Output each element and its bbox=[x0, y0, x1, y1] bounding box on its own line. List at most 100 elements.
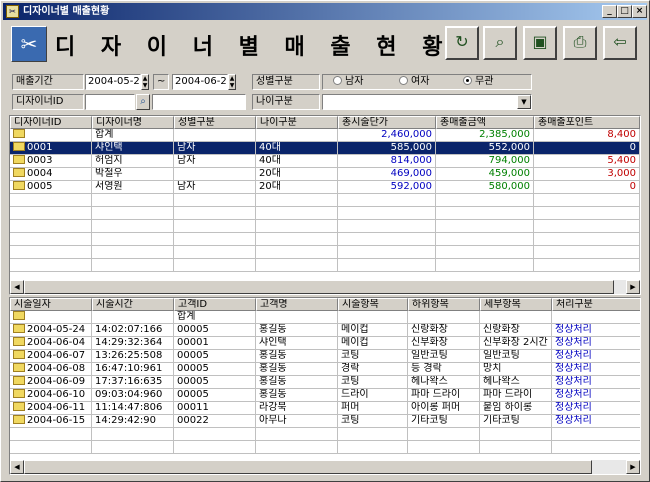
table-cell: 2004-05-24 bbox=[10, 324, 92, 337]
table-cell bbox=[534, 233, 640, 246]
table-cell bbox=[10, 207, 92, 220]
exit-button[interactable]: ⇦ bbox=[603, 26, 637, 60]
minimize-button[interactable]: _ bbox=[602, 5, 617, 18]
detail-hscrollbar[interactable]: ◀ ▶ bbox=[10, 460, 640, 474]
column-header[interactable]: 나이구분 bbox=[256, 116, 338, 129]
date-from-spinner[interactable]: ▲ ▼ bbox=[141, 74, 149, 90]
table-cell bbox=[92, 220, 174, 233]
table-row[interactable]: 2004-06-09 17:37:16:635 00005 홍길동 코팅 헤나왁스 헤나왁스… bbox=[10, 376, 640, 389]
chevron-down-icon[interactable]: ▼ bbox=[517, 95, 531, 109]
table-cell: 40대 bbox=[256, 155, 338, 168]
table-cell bbox=[174, 220, 256, 233]
scroll-thumb[interactable] bbox=[24, 280, 614, 294]
column-header[interactable]: 총매출포인트 bbox=[534, 116, 640, 129]
scroll-thumb[interactable] bbox=[24, 460, 592, 474]
table-cell: 0005 bbox=[10, 181, 92, 194]
table-cell: 2,460,000 bbox=[338, 129, 436, 142]
scroll-left-icon[interactable]: ◀ bbox=[10, 460, 24, 474]
table-cell bbox=[338, 207, 436, 220]
designer-name-field[interactable] bbox=[152, 94, 246, 110]
close-button[interactable]: × bbox=[632, 5, 647, 18]
table-cell: 0 bbox=[534, 142, 640, 155]
table-cell: 경락 bbox=[338, 363, 408, 376]
designer-id-field[interactable] bbox=[85, 94, 135, 110]
column-header[interactable]: 총시술단가 bbox=[338, 116, 436, 129]
table-row[interactable]: 0005 서영원 남자 20대 592,000 580,000 0 bbox=[10, 181, 640, 194]
date-to-spinner[interactable]: ▲ ▼ bbox=[228, 74, 236, 90]
empty-row bbox=[10, 220, 640, 233]
column-header[interactable]: 디자이너ID bbox=[10, 116, 92, 129]
column-header[interactable]: 시술시간 bbox=[92, 298, 174, 311]
table-cell bbox=[256, 246, 338, 259]
radio-selected-icon bbox=[463, 76, 472, 85]
table-cell bbox=[174, 428, 256, 441]
table-cell bbox=[480, 441, 552, 454]
scroll-right-icon[interactable]: ▶ bbox=[626, 280, 640, 294]
table-cell bbox=[338, 428, 408, 441]
table-cell bbox=[10, 311, 92, 324]
date-to-field[interactable]: 2004-06-23 bbox=[172, 74, 228, 90]
table-cell bbox=[534, 194, 640, 207]
table-cell bbox=[10, 246, 92, 259]
table-row[interactable]: 2004-06-10 09:03:04:960 00005 홍길동 드라이 파마 드라이 파… bbox=[10, 389, 640, 402]
column-header[interactable]: 시술일자 bbox=[10, 298, 92, 311]
maximize-button[interactable]: □ bbox=[617, 5, 632, 18]
table-row[interactable]: 0003 허엄지 남자 40대 814,000 794,000 5,400 bbox=[10, 155, 640, 168]
table-cell: 0001 bbox=[10, 142, 92, 155]
table-row[interactable]: 2004-06-07 13:26:25:508 00005 홍길동 코팅 일반코팅 일반코팅… bbox=[10, 350, 640, 363]
table-cell: 00005 bbox=[174, 389, 256, 402]
table-cell: 00011 bbox=[174, 402, 256, 415]
table-cell: 박철우 bbox=[92, 168, 174, 181]
total-row[interactable]: 합계 bbox=[10, 311, 640, 324]
scroll-left-icon[interactable]: ◀ bbox=[10, 280, 24, 294]
table-cell bbox=[92, 194, 174, 207]
search-icon: ⌕ bbox=[495, 32, 505, 51]
table-row[interactable]: 2004-06-08 16:47:10:961 00005 홍길동 경락 등 경락 망치 정상… bbox=[10, 363, 640, 376]
column-header[interactable]: 고객명 bbox=[256, 298, 338, 311]
column-header[interactable]: 처리구분 bbox=[552, 298, 640, 311]
preview-button[interactable]: ▣ bbox=[523, 26, 557, 60]
table-cell: 기타코팅 bbox=[408, 415, 480, 428]
folder-icon bbox=[13, 181, 25, 190]
table-cell bbox=[10, 129, 92, 142]
column-header[interactable]: 세부항목 bbox=[480, 298, 552, 311]
main-window: ✂ 디자이너별 매출현황 _ □ × ✂ 디 자 이 너 별 매 출 현 황 ↻… bbox=[0, 0, 650, 482]
column-header[interactable]: 하위항목 bbox=[408, 298, 480, 311]
age-select[interactable] bbox=[322, 94, 532, 110]
column-header[interactable]: 디자이너명 bbox=[92, 116, 174, 129]
empty-row bbox=[10, 233, 640, 246]
table-cell bbox=[338, 233, 436, 246]
total-row[interactable]: 합계 2,460,000 2,385,000 8,400 bbox=[10, 129, 640, 142]
table-cell: 신부화장 2시간 bbox=[480, 337, 552, 350]
table-row[interactable]: 0004 박철우 20대 469,000 459,000 3,000 bbox=[10, 168, 640, 181]
column-header[interactable]: 시술항목 bbox=[338, 298, 408, 311]
table-row[interactable]: 2004-05-24 14:02:07:166 00005 홍길동 메이컵 신랑화장 신랑화… bbox=[10, 324, 640, 337]
refresh-button[interactable]: ↻ bbox=[445, 26, 479, 60]
designer-id-label: 디자이너ID bbox=[12, 94, 84, 110]
column-header[interactable]: 고객ID bbox=[174, 298, 256, 311]
table-row[interactable]: 2004-06-04 14:29:32:364 00001 샤인택 메이컵 신부화장 신부화… bbox=[10, 337, 640, 350]
scroll-right-icon[interactable]: ▶ bbox=[626, 460, 640, 474]
designer-hscrollbar[interactable]: ◀ ▶ bbox=[10, 280, 640, 294]
gender-option-male[interactable]: 남자 bbox=[333, 75, 363, 89]
table-cell: 552,000 bbox=[436, 142, 534, 155]
table-row[interactable]: 0001 샤인택 남자 40대 585,000 552,000 0 bbox=[10, 142, 640, 155]
table-cell: 헤나왁스 bbox=[408, 376, 480, 389]
table-cell: 홍길동 bbox=[256, 376, 338, 389]
designer-search-button[interactable]: ⌕ bbox=[136, 94, 150, 110]
column-header[interactable]: 총매출금액 bbox=[436, 116, 534, 129]
table-row[interactable]: 2004-06-15 14:29:42:90 00022 아무나 코팅 기타코팅 기타코팅 정… bbox=[10, 415, 640, 428]
column-header[interactable]: 성별구분 bbox=[174, 116, 256, 129]
gender-option-female[interactable]: 여자 bbox=[399, 75, 429, 89]
search-button[interactable]: ⌕ bbox=[483, 26, 517, 60]
table-cell bbox=[436, 246, 534, 259]
table-cell bbox=[338, 246, 436, 259]
table-row[interactable]: 2004-06-11 11:14:47:806 00011 라강북 퍼머 아이롱 퍼머 붙임… bbox=[10, 402, 640, 415]
date-from-field[interactable]: 2004-05-23 bbox=[85, 74, 141, 90]
table-cell bbox=[408, 311, 480, 324]
gender-option-any[interactable]: 무관 bbox=[463, 75, 493, 89]
print-button[interactable]: ⎙ bbox=[563, 26, 597, 60]
folder-icon bbox=[13, 376, 25, 385]
table-cell bbox=[174, 441, 256, 454]
title-bar: ✂ 디자이너별 매출현황 _ □ × bbox=[3, 3, 647, 20]
